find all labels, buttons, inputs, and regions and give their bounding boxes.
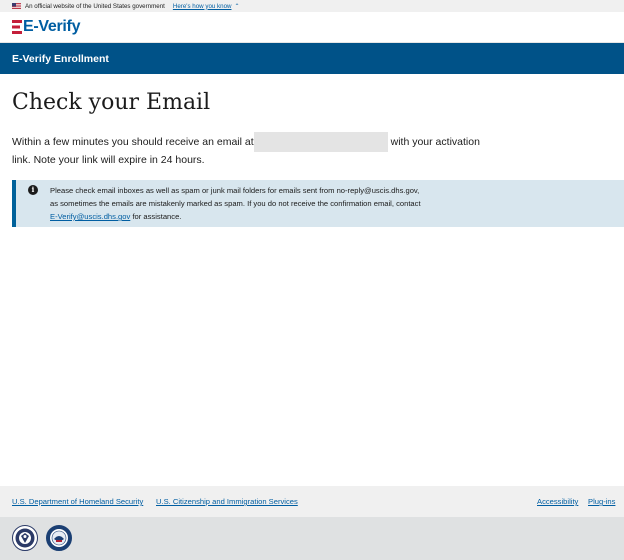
footer-links: U.S. Department of Homeland Security U.S… (0, 486, 624, 517)
page: An official website of the United States… (0, 0, 624, 560)
footer-link-plug-ins[interactable]: Plug-ins (588, 497, 615, 506)
logo-row: E-Verify (0, 12, 624, 43)
intro-text: Within a few minutes you should receive … (12, 132, 502, 169)
intro-line-2: link. Note your link will expire in 24 h… (12, 154, 205, 166)
intro-text-part-1: Within a few minutes you should receive … (12, 136, 254, 148)
page-title: Check your Email (12, 90, 211, 115)
alert-line-3-suffix: for assistance. (132, 212, 182, 221)
redacted-email (253, 132, 388, 152)
e-verify-logo[interactable]: E-Verify (12, 17, 80, 37)
dhs-seal-icon[interactable] (12, 525, 38, 551)
alert-body: Please check email inboxes as well as sp… (50, 184, 620, 223)
alert-line-1: Please check email inboxes as well as sp… (50, 186, 420, 195)
alert-line-3: E-Verify@uscis.dhs.gov for assistance. (50, 210, 620, 223)
footer-link-uscis[interactable]: U.S. Citizenship and Immigration Service… (156, 497, 298, 506)
intro-text-part-2: with your activation (390, 136, 480, 148)
e-verify-logo-mark-icon (12, 20, 22, 34)
e-verify-email-link[interactable]: E-Verify@uscis.dhs.gov (50, 212, 130, 221)
info-alert: i Please check email inboxes as well as … (12, 180, 624, 227)
logo-text: E-Verify (23, 18, 81, 35)
info-icon: i (28, 185, 38, 195)
heres-how-you-know-link[interactable]: Here's how you know (173, 3, 232, 10)
footer-link-dhs[interactable]: U.S. Department of Homeland Security (12, 497, 143, 506)
banner-text: An official website of the United States… (25, 2, 165, 10)
footer-link-accessibility[interactable]: Accessibility (537, 497, 578, 506)
intro-line-1: Within a few minutes you should receive … (12, 132, 502, 152)
chevron-up-icon[interactable]: ⌃ (235, 3, 240, 10)
app-header-title[interactable]: E-Verify Enrollment (12, 53, 109, 65)
official-banner: An official website of the United States… (0, 0, 624, 12)
app-header-bar: E-Verify Enrollment (0, 43, 624, 74)
alert-line-2: as sometimes the emails are mistakenly m… (50, 199, 421, 208)
us-flag-icon (12, 3, 21, 9)
footer-bottom (0, 517, 624, 560)
uscis-seal-icon[interactable] (46, 525, 72, 551)
